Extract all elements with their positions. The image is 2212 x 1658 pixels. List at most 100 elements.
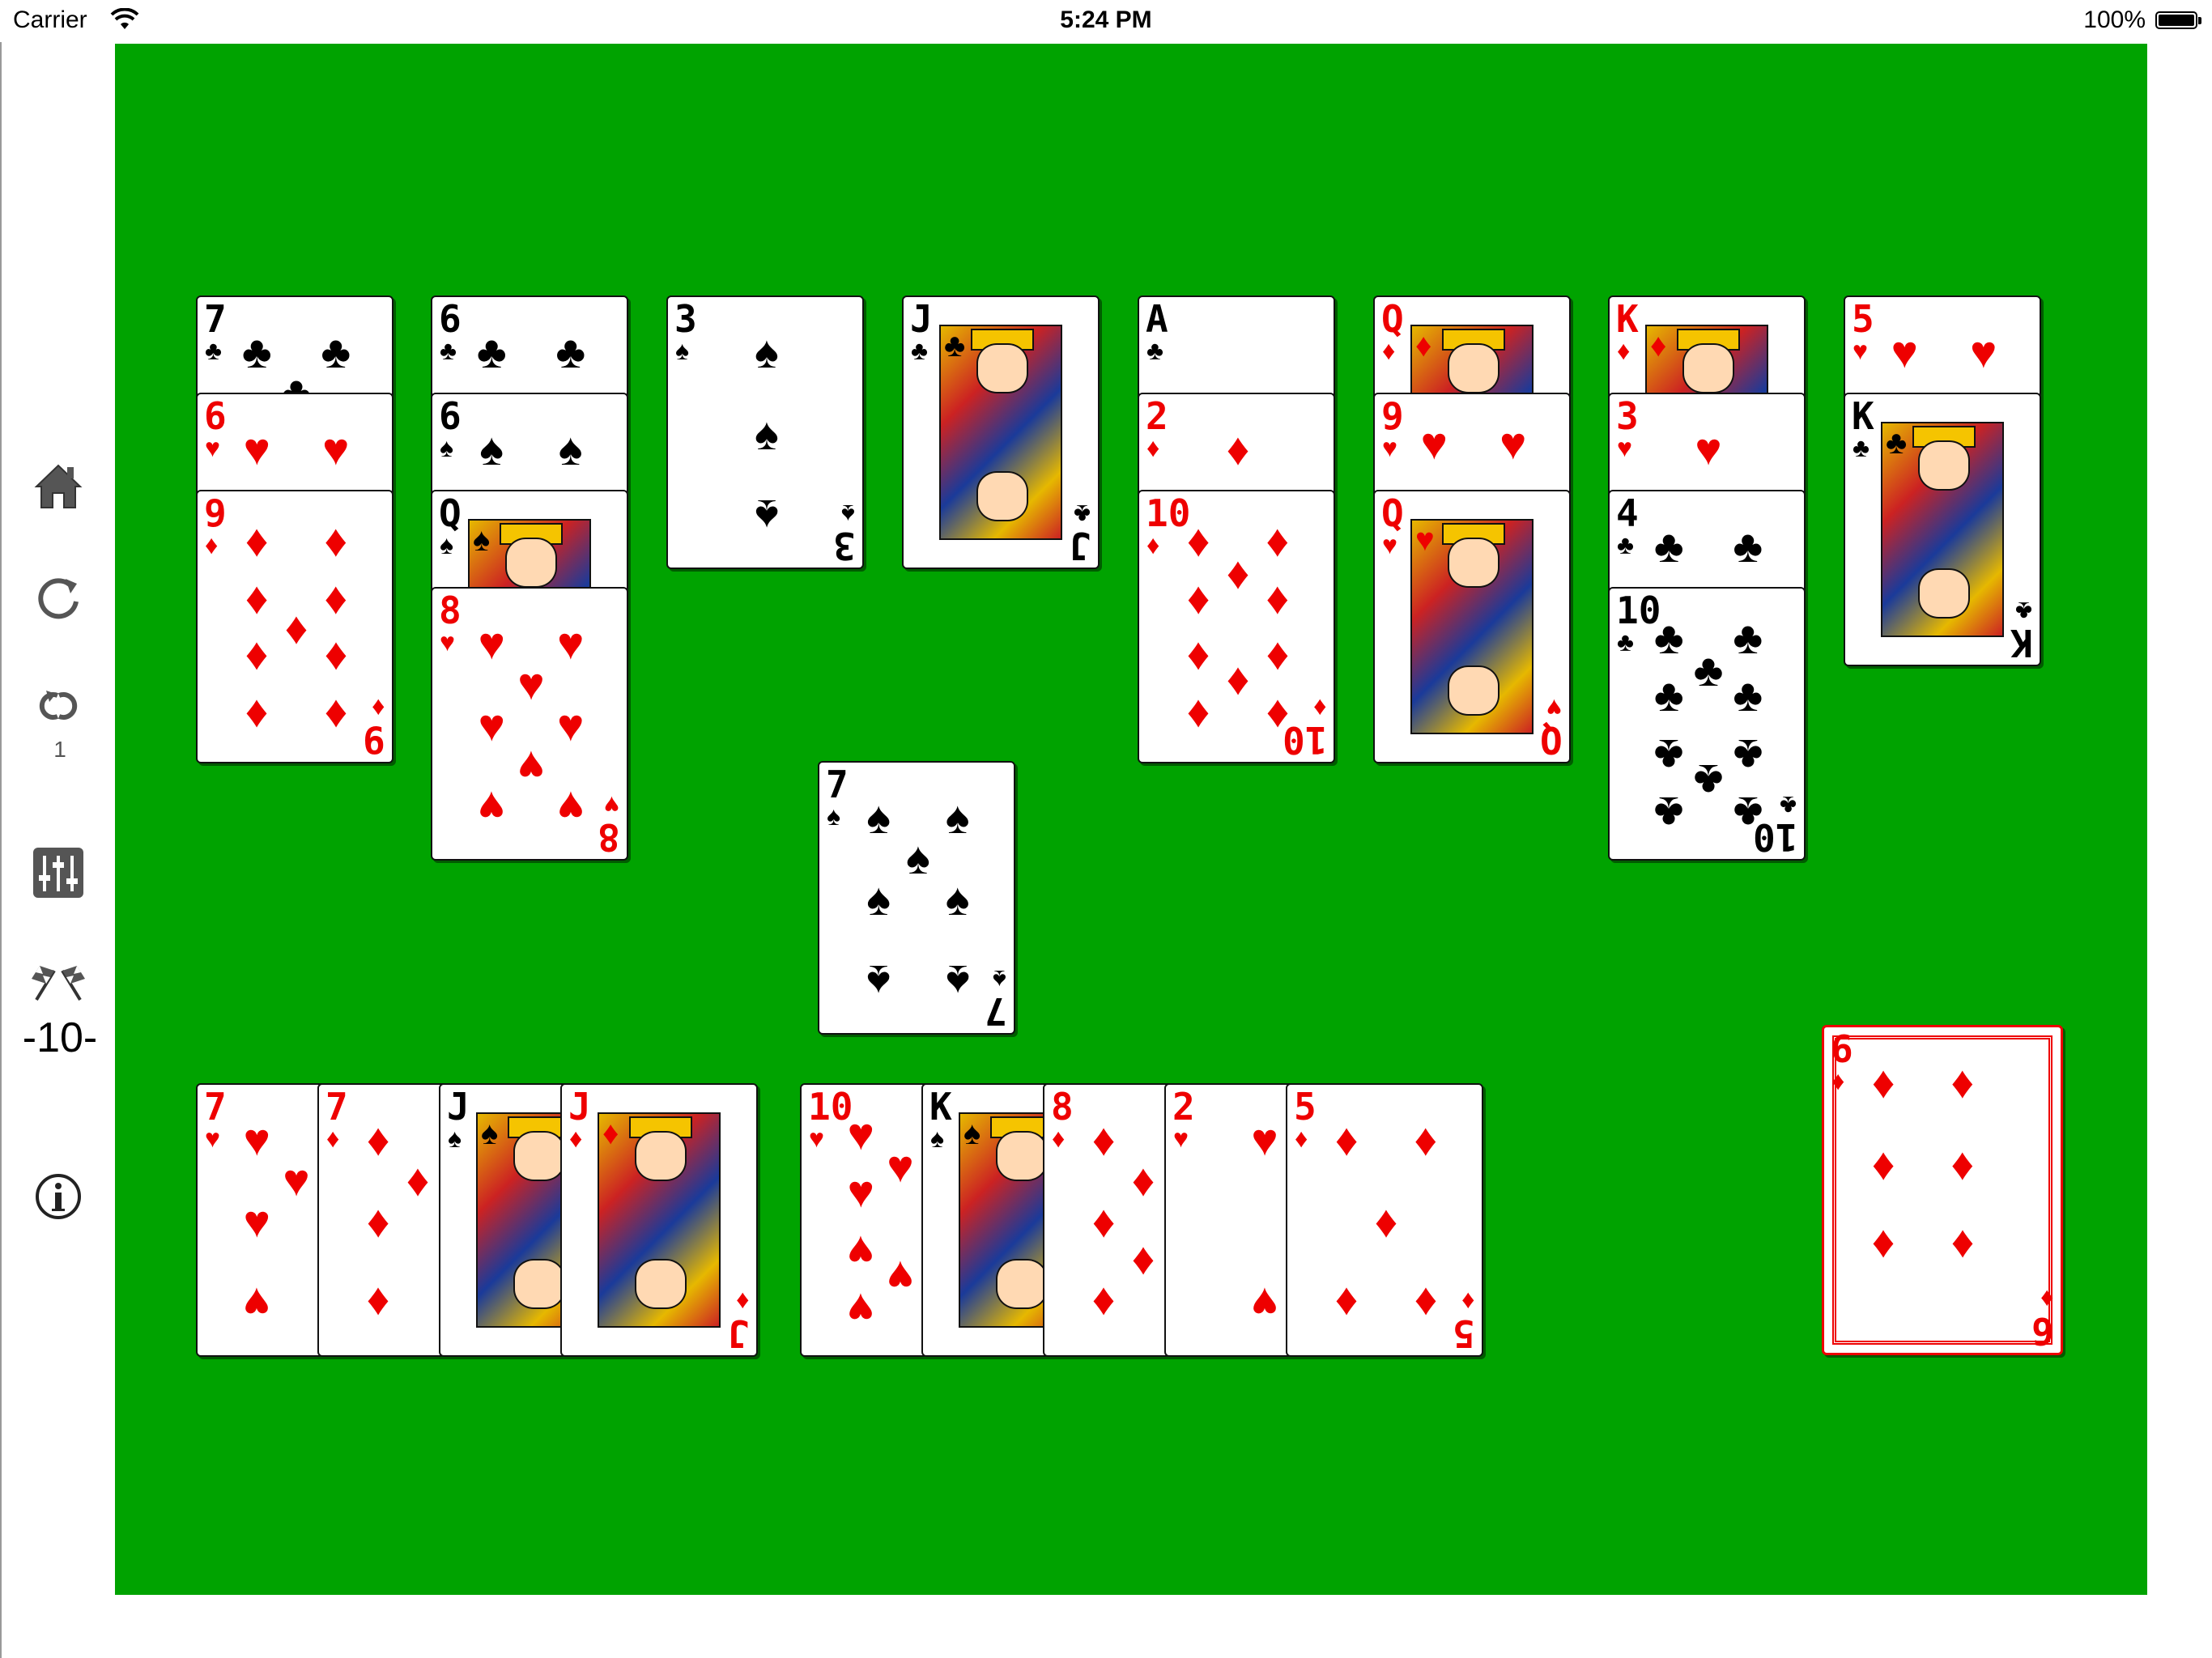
redeal-icon [39,691,78,720]
card-3-of-spades[interactable]: 3 ♠ 3 ♠ ♠ ♠ ♠ [666,295,864,569]
card-suit-icon-inverted: ♦ [371,694,385,723]
suit-pip-icon: ♦ [1186,572,1210,623]
suit-pip-icon: ♠ [473,522,491,558]
portrait-icon [505,537,557,588]
suit-pip-icon: ♥ [1251,1113,1278,1165]
suit-pip-icon: ♦ [324,691,348,742]
suit-pip-icon: ♥ [557,617,585,669]
suit-pip-icon: ♥ [847,1107,874,1159]
score: -10- [22,1014,98,1061]
card-rank: 7 [204,1085,227,1129]
suit-pip-icon: ♠ [479,423,504,474]
suit-pip-icon: ♠ [906,832,930,884]
suit-pip-icon: ♦ [366,1196,390,1247]
suit-pip-icon: ♣ [1733,611,1763,663]
card-queen-of-hearts[interactable]: Q ♥ Q ♥ ♥ [1373,490,1571,763]
suit-pip-icon: ♦ [245,691,269,742]
settings-button[interactable] [18,832,99,913]
stock-pile[interactable]: 6 ♦ 6 ♦ ♦ ♦ ♦ ♦ ♦ ♦ [1822,1025,2063,1355]
card-suit-icon: ♣ [1146,336,1163,365]
info-button[interactable] [18,1156,99,1237]
card-suit-icon-inverted: ♥ [604,791,619,820]
portrait-icon [513,1259,565,1310]
suit-pip-icon: ♥ [478,699,505,750]
suit-pip-icon: ♦ [1266,633,1290,685]
card-suit-icon: ♦ [205,530,219,559]
card-rank-inverted: K [2010,621,2033,665]
restart-button[interactable] [18,557,99,638]
suit-pip-icon: ♥ [1499,417,1527,469]
suit-pip-icon: ♣ [1653,788,1684,840]
card-rank: Q [1381,297,1404,341]
card-suit-icon: ♥ [205,1124,220,1153]
suit-pip-icon: ♥ [847,1165,874,1217]
home-button[interactable] [18,445,99,526]
card-rank: 9 [204,491,227,535]
suit-pip-icon: ♥ [1415,522,1435,558]
portrait-icon [1918,440,1970,491]
suit-pip-icon: ♥ [1251,1278,1278,1330]
card-rank: 5 [1294,1085,1317,1129]
card-suit-icon-inverted: ♦ [1461,1287,1474,1316]
suit-pip-icon: ♦ [1334,1278,1359,1330]
suit-pip-icon: ♦ [324,633,348,685]
card-suit-icon: ♦ [1617,336,1631,365]
card-suit-icon: ♣ [911,336,928,365]
checkered-flags-icon [32,966,85,1001]
suit-pip-icon: ♦ [366,1113,390,1165]
card-suit-icon: ♣ [1617,530,1634,559]
card-9-of-diamonds[interactable]: 9 ♦ 9 ♦ ♦ ♦ ♦ ♦ ♦ ♦ ♦ ♦ ♦ [196,490,393,763]
suit-pip-icon: ♥ [887,1251,914,1303]
card-10-of-clubs[interactable]: 10 ♣ 10 ♣ ♣ ♣ ♣ ♣ ♣ ♣ ♣ ♣ ♣ ♣ [1608,587,1806,861]
card-suit-icon: ♦ [1382,336,1396,365]
card-jack-of-clubs[interactable]: J ♣ J ♣ ♣ [902,295,1100,569]
card-rank-inverted: 3 [833,524,856,568]
suit-pip-icon: ♣ [321,325,351,377]
card-suit-icon-inverted: ♦ [1312,694,1326,723]
card-rank: J [447,1085,470,1129]
suit-pip-icon: ♣ [476,325,507,377]
portrait-icon [1448,537,1499,588]
portrait-icon [1448,342,1499,393]
card-jack-of-diamonds[interactable]: J ♦ J ♦ ♦ [560,1083,758,1357]
game-table [115,44,2147,1595]
card-rank: 3 [674,297,697,341]
suit-pip-icon: ♣ [1886,425,1908,461]
suit-pip-icon: ♥ [1420,417,1448,469]
card-suit-icon: ♥ [205,433,220,462]
card-suit-icon-inverted: ♣ [1780,791,1797,820]
card-5-of-diamonds[interactable]: 5 ♦ 5 ♦ ♦ ♦ ♦ ♦ ♦ [1286,1083,1483,1357]
suit-pip-icon: ♦ [324,514,348,566]
card-suit-icon: ♠ [675,336,689,365]
card-10-of-diamonds[interactable]: 10 ♦ 10 ♦ ♦ ♦ ♦ ♦ ♦ ♦ ♦ ♦ ♦ ♦ [1138,490,1335,763]
card-king-of-clubs[interactable]: K ♣ K ♣ ♣ [1844,393,2041,666]
card-rank: 5 [1852,297,1874,341]
card-suit-icon: ♥ [1617,433,1632,462]
card-suit-icon-inverted: ♠ [993,965,1006,994]
card-rank: J [568,1085,591,1129]
card-suit-icon: ♦ [1052,1124,1066,1153]
finish-button[interactable] [18,941,99,1022]
card-suit-icon: ♥ [1382,530,1397,559]
suit-pip-icon: ♦ [1871,1056,1895,1107]
card-suit-icon-inverted: ♦ [735,1287,749,1316]
suit-pip-icon: ♣ [241,325,272,377]
card-suit-icon-inverted: ♣ [2015,597,2032,626]
card-rank: 10 [808,1085,853,1129]
suit-pip-icon: ♦ [1131,1237,1155,1289]
card-8-of-hearts[interactable]: 8 ♥ 8 ♥ ♥ ♥ ♥ ♥ ♥ ♥ ♥ ♥ [431,587,628,861]
suit-pip-icon: ♥ [243,1278,270,1330]
suit-pip-icon: ♦ [245,572,269,623]
card-7-of-spades[interactable]: 7 ♠ 7 ♠ ♠ ♠ ♠ ♠ ♠ ♠ ♠ [818,761,1015,1035]
suit-pip-icon: ♣ [1653,611,1684,663]
suit-pip-icon: ♦ [1091,1196,1116,1247]
suit-pip-icon: ♦ [1226,423,1250,474]
card-suit-icon: ♠ [448,1124,462,1153]
suit-pip-icon: ♦ [602,1116,619,1151]
suit-pip-icon: ♦ [1226,547,1250,599]
card-suit-icon: ♥ [440,627,455,657]
card-rank-inverted: 7 [985,989,1007,1033]
portrait-icon [1682,342,1734,393]
card-rank: K [1852,394,1874,438]
redeal-button[interactable] [18,665,99,746]
